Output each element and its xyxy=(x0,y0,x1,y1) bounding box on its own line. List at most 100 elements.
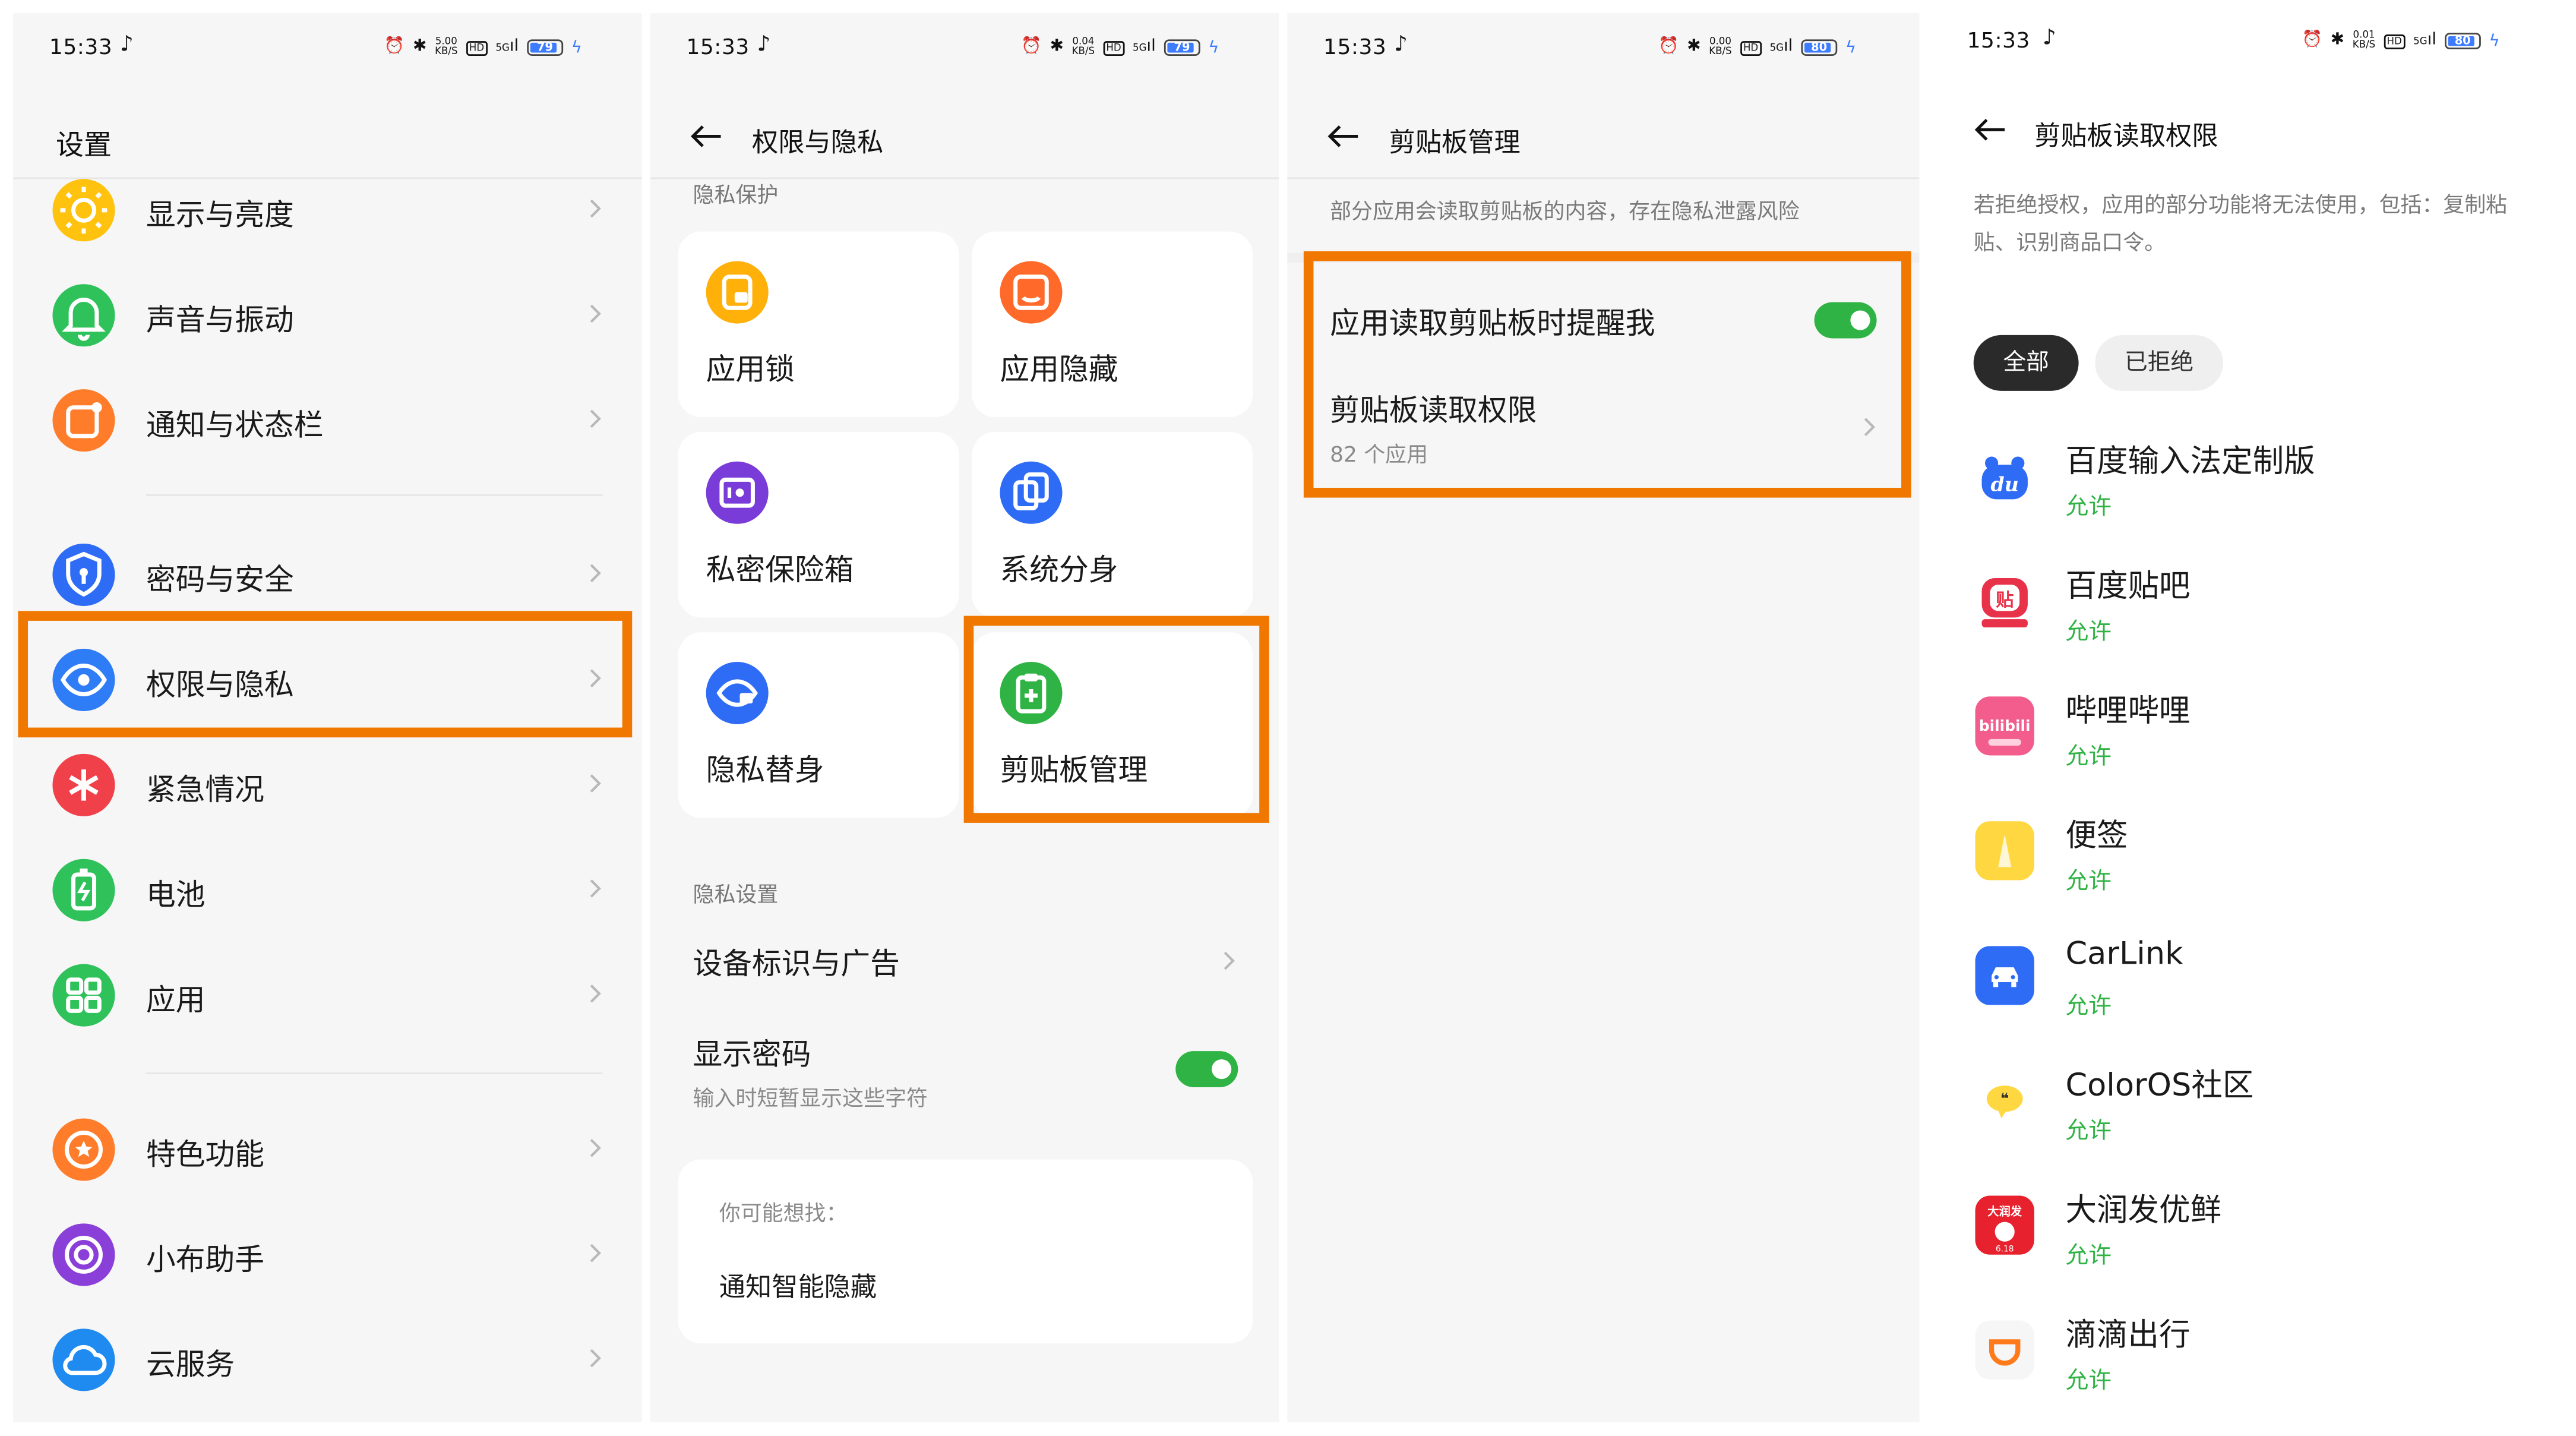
settings-item[interactable]: 应用 xyxy=(13,954,642,1036)
privacy-card[interactable]: 私密保险箱 xyxy=(678,432,959,618)
settings-item-label: 应用 xyxy=(146,983,206,1018)
didi-icon xyxy=(1975,1320,2034,1380)
app-permission-row[interactable]: du 百度输入法定制版 允许 xyxy=(1931,427,2563,552)
app-icon xyxy=(1975,821,2034,880)
settings-item[interactable]: 小布助手 xyxy=(13,1214,642,1296)
app-permission-row[interactable]: 滴滴出行 允许 xyxy=(1931,1301,2563,1422)
divider xyxy=(146,494,603,496)
chevron-right-icon xyxy=(590,564,601,583)
svg-text:6.18: 6.18 xyxy=(1996,1244,2014,1254)
settings-item[interactable]: 通知与状态栏 xyxy=(13,380,642,462)
carlink-icon xyxy=(1975,946,2034,1005)
bilibili-icon: bilibili xyxy=(1975,696,2034,756)
back-arrow-icon[interactable] xyxy=(690,125,722,148)
device-id-row[interactable]: 设备标识与广告 xyxy=(650,924,1279,1000)
filter-denied-chip[interactable]: 已拒绝 xyxy=(2095,334,2223,391)
settings-item[interactable]: 紧急情况 xyxy=(13,744,642,826)
assistant-icon xyxy=(65,1235,103,1274)
privacy-card-label: 应用隐藏 xyxy=(1000,353,1118,388)
chevron-right-icon xyxy=(590,984,601,1003)
clipboard-panel: 15:33 ♪ ⏰ ✱ 0.00 KB/S HD 5Gıl 80 ϟ 剪贴板管理 … xyxy=(1287,13,1920,1422)
privacy-card-label: 隐私替身 xyxy=(706,753,824,788)
star-icon xyxy=(65,1131,103,1169)
show-password-toggle[interactable] xyxy=(1175,1051,1238,1087)
filter-all-chip[interactable]: 全部 xyxy=(1973,334,2079,391)
settings-item[interactable]: 密码与安全 xyxy=(13,534,642,616)
settings-item-label: 特色功能 xyxy=(146,1138,265,1173)
app-permission-row[interactable]: 便签 允许 xyxy=(1931,801,2563,926)
clone-icon xyxy=(1013,472,1049,511)
settings-item-icon xyxy=(52,543,115,607)
chevron-right-icon xyxy=(590,774,601,793)
settings-item-icon xyxy=(52,1118,115,1181)
alarm-icon: ⏰ xyxy=(1658,37,1679,56)
chevron-right-icon xyxy=(1224,951,1235,970)
svg-text:du: du xyxy=(1991,473,2019,496)
notes-icon xyxy=(1975,821,2034,880)
privacy-card-icon xyxy=(1000,261,1063,324)
settings-item-label: 声音与振动 xyxy=(146,304,294,339)
svg-text:大润发: 大润发 xyxy=(1987,1205,2022,1219)
settings-item[interactable]: 显示与亮度 xyxy=(13,169,642,251)
tiktok-icon: ♪ xyxy=(119,33,134,58)
settings-item[interactable]: 电池 xyxy=(13,849,642,931)
status-icons: ⏰ ✱ 5.00 KB/S HD 5Gıl 79 ϟ xyxy=(384,36,582,59)
app-lock-icon xyxy=(722,274,753,310)
bluetooth-icon: ✱ xyxy=(413,37,427,56)
page-title: 设置 xyxy=(55,130,112,163)
apps-grid-icon xyxy=(66,977,102,1013)
status-icons: ⏰ ✱ 0.00 KB/S HD 5Gıl 80 ϟ xyxy=(1658,36,1856,59)
hd-icon: HD xyxy=(1740,40,1762,55)
net-speed: 0.01 KB/S xyxy=(2352,29,2376,51)
page-title: 剪贴板管理 xyxy=(1389,126,1521,158)
show-password-label: 显示密码 xyxy=(693,1038,811,1073)
settings-item-label: 紧急情况 xyxy=(146,773,265,809)
app-icon: ❝ xyxy=(1975,1071,2034,1130)
bell-icon xyxy=(62,297,106,341)
battery-icon: 80 xyxy=(2444,33,2481,49)
app-permission-row[interactable]: ❝ ColorOS社区 允许 xyxy=(1931,1051,2563,1176)
battery-icon: 79 xyxy=(1164,39,1200,56)
bluetooth-icon: ✱ xyxy=(1050,37,1064,56)
privacy-card[interactable]: 应用隐藏 xyxy=(972,231,1253,418)
app-permission-row[interactable]: 贴 百度贴吧 允许 xyxy=(1931,552,2563,677)
privacy-card-icon xyxy=(1000,461,1063,524)
charging-icon: ϟ xyxy=(1208,38,1219,57)
app-name: 大润发优鲜 xyxy=(2065,1192,2222,1229)
settings-item-icon xyxy=(52,179,115,242)
settings-item-icon xyxy=(52,389,115,452)
bluetooth-icon: ✱ xyxy=(1687,37,1701,56)
settings-item[interactable]: 声音与振动 xyxy=(13,274,642,356)
status-time: 15:33 xyxy=(1967,29,2030,55)
cloud-icon xyxy=(63,1345,107,1375)
app-permission-status: 允许 xyxy=(2065,744,2112,771)
tiktok-icon: ♪ xyxy=(2042,26,2056,51)
alarm-icon: ⏰ xyxy=(2302,31,2322,49)
clipboard-description: 部分应用会读取剪贴板的内容，存在隐私泄露风险 xyxy=(1330,200,1800,225)
settings-item[interactable]: 云服务 xyxy=(13,1319,642,1401)
app-permission-row[interactable]: 大润发 6.18 大润发优鲜 允许 xyxy=(1931,1176,2563,1301)
suggestion-link[interactable]: 通知智能隐藏 xyxy=(719,1265,877,1304)
coloros-community-icon: ❝ xyxy=(1975,1071,2034,1130)
status-time: 15:33 xyxy=(49,36,113,61)
device-id-label: 设备标识与广告 xyxy=(693,948,900,983)
divider xyxy=(146,1072,603,1074)
baidu-input-icon: du xyxy=(1975,446,2034,506)
back-arrow-icon[interactable] xyxy=(1974,118,2006,141)
battery-icon: 79 xyxy=(527,39,563,56)
settings-item-label: 通知与状态栏 xyxy=(146,409,324,444)
app-name: ColorOS社区 xyxy=(2065,1067,2254,1104)
app-icon xyxy=(1975,1320,2034,1380)
settings-item-icon xyxy=(52,753,115,816)
privacy-card[interactable]: 隐私替身 xyxy=(678,632,959,818)
back-arrow-icon[interactable] xyxy=(1327,125,1360,148)
privacy-card[interactable]: 系统分身 xyxy=(972,432,1253,618)
app-permission-row[interactable]: bilibili 哔哩哔哩 允许 xyxy=(1931,677,2563,801)
privacy-card[interactable]: 应用锁 xyxy=(678,231,959,418)
hd-icon: HD xyxy=(1102,40,1125,55)
svg-text:❝: ❝ xyxy=(2000,1090,2009,1107)
app-name: 滴滴出行 xyxy=(2065,1317,2191,1353)
app-permission-row[interactable]: CarLink 允许 xyxy=(1931,926,2563,1051)
permission-description: 若拒绝授权，应用的部分功能将无法使用，包括：复制粘贴、识别商品口令。 xyxy=(1973,194,2508,257)
settings-item[interactable]: 特色功能 xyxy=(13,1109,642,1191)
